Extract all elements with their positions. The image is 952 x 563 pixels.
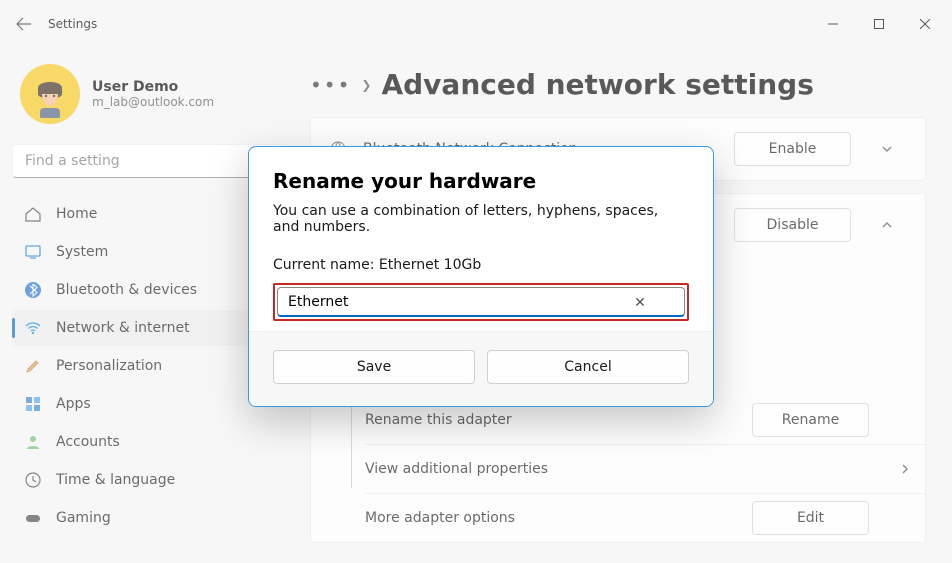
save-button[interactable]: Save — [273, 350, 475, 384]
rename-dialog: Rename your hardware You can use a combi… — [248, 146, 714, 407]
cancel-button[interactable]: Cancel — [487, 350, 689, 384]
dialog-current-name: Current name: Ethernet 10Gb — [273, 257, 689, 273]
rename-input[interactable] — [277, 287, 685, 317]
dialog-title: Rename your hardware — [273, 169, 689, 193]
clear-input-icon[interactable]: ✕ — [631, 294, 649, 312]
dialog-description: You can use a combination of letters, hy… — [273, 203, 689, 235]
